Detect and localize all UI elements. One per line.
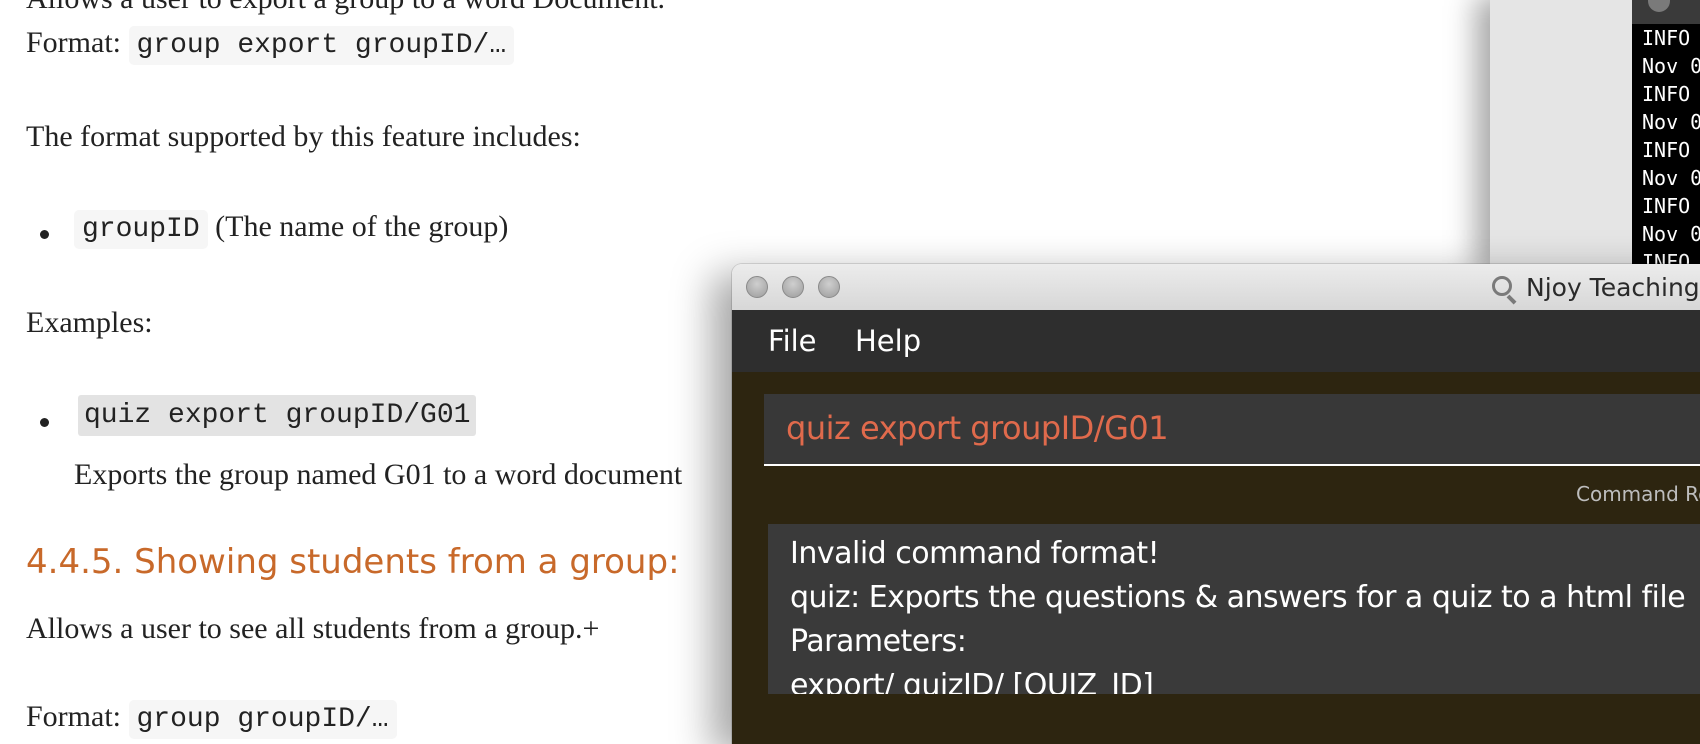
terminal-output: INFO Nov 0 INFO Nov 0 INFO Nov 0 INFO No… [1632,24,1700,270]
terminal-line: Nov 0 [1642,222,1700,246]
param-desc: (The name of the group) [215,210,509,243]
result-line: quiz: Exports the questions & answers fo… [790,580,1686,615]
window-minimize-button[interactable] [782,276,804,298]
format-label: Format: [26,26,121,59]
menu-bar: File Help [732,310,1700,372]
app-content: quiz export groupID/G01 Command Result I… [732,372,1700,744]
window-zoom-button[interactable] [818,276,840,298]
bullet-icon [40,230,49,239]
intro-text: Allows a user to export a group to a wor… [26,0,665,16]
terminal-line: INFO [1642,26,1691,50]
window-titlebar[interactable]: Njoy Teaching Assistant [732,264,1700,311]
example-code: quiz export groupID/G01 [78,395,477,436]
command-input-text: quiz export groupID/G01 [786,409,1169,447]
example-item: quiz export groupID/G01 [78,395,477,436]
section-format-code: group groupID/… [128,700,397,739]
magnifier-icon [1492,276,1512,296]
terminal-line: Nov 0 [1642,110,1700,134]
result-line: Parameters: [790,624,967,659]
terminal-line: INFO [1642,138,1691,162]
bullet-icon [40,418,49,427]
param-code: groupID [74,210,208,249]
terminal-line: INFO [1642,82,1691,106]
terminal-line: Nov 0 [1642,166,1700,190]
section-heading: 4.4.5. Showing students from a group: [26,542,680,582]
supported-text: The format supported by this feature inc… [26,120,581,153]
section-intro: Allows a user to see all students from a… [26,612,600,645]
command-input[interactable]: quiz export groupID/G01 [764,394,1700,466]
window-title: Njoy Teaching Assistant [1526,273,1700,302]
app-window: Njoy Teaching Assistant File Help quiz e… [732,264,1700,744]
examples-label: Examples: [26,306,153,339]
result-label: Command Result [1576,482,1700,506]
format-code: group export groupID/… [128,26,515,65]
terminal-line: INFO [1642,194,1691,218]
result-line: export/ quizID/ [QUIZ_ID] [790,668,1154,694]
result-display[interactable]: Invalid command format! quiz: Exports th… [768,524,1700,694]
section-format-label: Format: [26,700,121,733]
magnifier-icon-handle [1506,294,1517,305]
param-item: groupID (The name of the group) [74,210,509,249]
menu-file[interactable]: File [768,324,817,358]
terminal-line: Nov 0 [1642,54,1700,78]
menu-help[interactable]: Help [855,324,921,358]
result-line: Invalid command format! [790,536,1160,571]
window-close-button[interactable] [746,276,768,298]
format-line: Format: group export groupID/… [26,26,515,65]
example-desc: Exports the group named G01 to a word do… [74,458,683,491]
